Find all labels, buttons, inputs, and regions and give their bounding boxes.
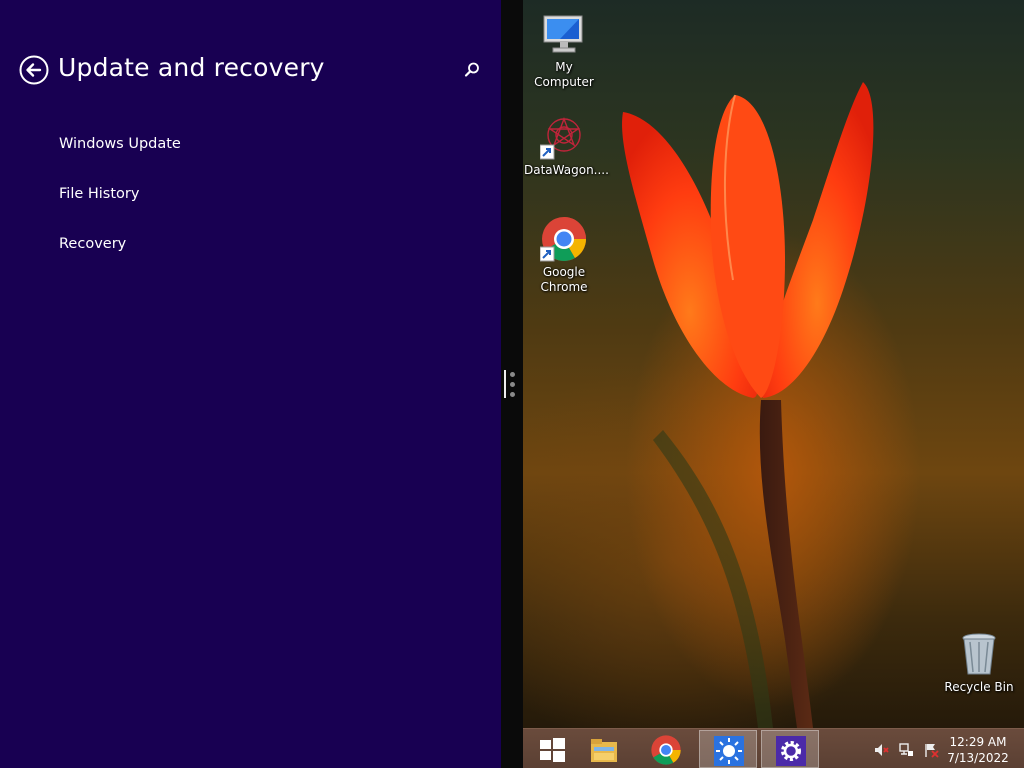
volume-muted-icon[interactable] bbox=[873, 742, 889, 758]
clock[interactable]: 12:29 AM 7/13/2022 bbox=[943, 734, 1013, 766]
computer-icon bbox=[540, 10, 588, 58]
desktop-icon-label: My Computer bbox=[534, 60, 594, 89]
folder-icon bbox=[591, 739, 617, 762]
clock-time: 12:29 AM bbox=[949, 735, 1007, 749]
network-icon[interactable] bbox=[898, 742, 914, 758]
settings-app-button[interactable] bbox=[761, 730, 819, 768]
taskbar: 12:29 AM 7/13/2022 bbox=[523, 728, 1024, 768]
sun-icon bbox=[714, 736, 744, 766]
back-button[interactable] bbox=[19, 55, 49, 85]
search-button[interactable] bbox=[462, 60, 482, 80]
splitter-grip-dot bbox=[510, 382, 515, 387]
desktop-icon-datawagon[interactable]: DataWagon.... bbox=[524, 113, 609, 178]
splitter-bar bbox=[504, 370, 506, 398]
desktop-icon-my-computer[interactable]: My Computer bbox=[524, 10, 604, 90]
datawagon-icon bbox=[539, 113, 588, 161]
nav-item-recovery[interactable]: Recovery bbox=[59, 236, 126, 252]
file-explorer-button[interactable] bbox=[575, 730, 633, 768]
desktop[interactable]: My Computer DataWagon.... Google Chrome … bbox=[523, 0, 1024, 728]
desktop-icon-label: Recycle Bin bbox=[944, 680, 1014, 694]
chrome-icon bbox=[539, 215, 588, 263]
clock-date: 7/13/2022 bbox=[947, 751, 1009, 765]
tulip-wallpaper bbox=[622, 82, 874, 728]
back-arrow-icon bbox=[19, 55, 49, 85]
search-icon bbox=[464, 62, 479, 77]
chrome-taskbar-button[interactable] bbox=[637, 730, 695, 768]
action-center-flag-icon[interactable] bbox=[923, 742, 939, 758]
gear-icon bbox=[776, 736, 806, 766]
start-button[interactable] bbox=[523, 730, 581, 768]
desktop-icon-label: DataWagon.... bbox=[524, 163, 609, 177]
windows-logo-icon bbox=[540, 738, 565, 762]
recycle-bin-icon bbox=[955, 630, 1003, 678]
chrome-icon bbox=[651, 735, 681, 765]
splitter-grip-dot bbox=[510, 392, 515, 397]
nav-item-windows-update[interactable]: Windows Update bbox=[59, 136, 181, 152]
nav-item-file-history[interactable]: File History bbox=[59, 186, 139, 202]
desktop-icon-recycle-bin[interactable]: Recycle Bin bbox=[939, 630, 1019, 695]
desktop-icon-google-chrome[interactable]: Google Chrome bbox=[524, 215, 604, 295]
splitter-grip-dot bbox=[510, 372, 515, 377]
settings-pane: Update and recovery Windows Update File … bbox=[0, 0, 501, 768]
desktop-icon-label: Google Chrome bbox=[540, 265, 588, 294]
brightness-app-button[interactable] bbox=[699, 730, 757, 768]
page-title: Update and recovery bbox=[58, 53, 325, 82]
snap-splitter[interactable] bbox=[501, 0, 523, 768]
